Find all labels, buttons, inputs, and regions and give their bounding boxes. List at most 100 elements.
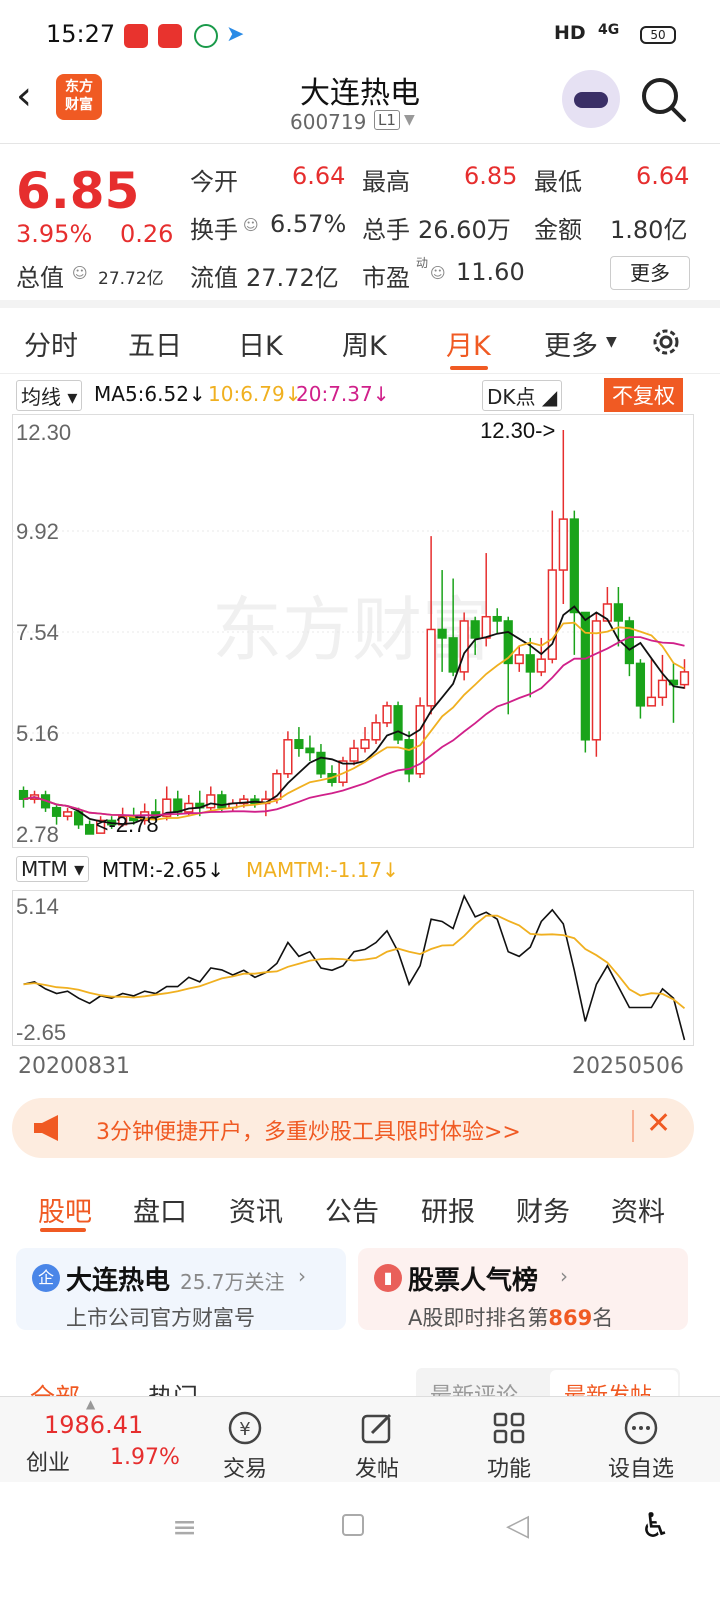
company-account-card[interactable]: 企 大连热电 25.7万关注 › 上市公司官方财富号 xyxy=(16,1248,346,1330)
level-badge: L1 xyxy=(374,110,400,130)
tab-five-day[interactable]: 五日 xyxy=(128,324,182,363)
candle-body xyxy=(51,806,62,817)
tab-more[interactable]: 更多 xyxy=(544,324,598,363)
date-range: 20200831 20250506 xyxy=(0,1052,720,1082)
status-bar: 15:27 ➤ HD 4G 50 xyxy=(0,0,720,62)
info-icon[interactable]: ☺ xyxy=(243,216,259,234)
gear-icon[interactable] xyxy=(648,324,684,360)
tab-intraday[interactable]: 分时 xyxy=(24,324,78,363)
edit-icon xyxy=(361,1413,392,1444)
index-name: 创业 xyxy=(26,1451,71,1476)
candle-body xyxy=(393,705,403,741)
volume-label: 总手 xyxy=(362,216,410,244)
candle-body xyxy=(569,518,579,614)
tab-research[interactable]: 研报 xyxy=(421,1190,475,1229)
float-cap-value: 27.72亿 xyxy=(246,264,339,292)
enterprise-icon: 企 xyxy=(32,1264,60,1292)
close-icon[interactable]: ✕ xyxy=(646,1106,671,1141)
send-icon: ➤ xyxy=(226,22,245,47)
quote-panel: 6.85 3.95% 0.26 今开 6.64 最高 6.85 最低 6.64 … xyxy=(0,144,720,308)
assistant-robot-icon[interactable] xyxy=(562,70,620,128)
float-cap-label: 流值 xyxy=(190,264,238,292)
candle-body xyxy=(591,620,601,741)
ma-selector-label: 均线 xyxy=(21,385,61,409)
candle-body xyxy=(62,811,73,817)
change-amount: 0.26 xyxy=(120,220,174,248)
candle-body xyxy=(371,722,381,741)
mtm-chart[interactable]: 5.14 -2.65 xyxy=(12,890,694,1046)
grid-icon xyxy=(493,1412,525,1444)
mtm-indicator-bar: MTM ▾ MTM:-2.65↓ MAMTM:-1.17↓ xyxy=(0,852,720,888)
tab-weekly-k[interactable]: 周K xyxy=(342,324,387,363)
popularity-rank-card[interactable]: ▮ 股票人气榜 › A股即时排名第869名 xyxy=(358,1248,688,1330)
card-subtitle: 上市公司官方财富号 xyxy=(66,1306,255,1330)
chevron-down-icon[interactable]: ▼ xyxy=(404,112,415,128)
sort-latest-post[interactable]: 最新发帖 xyxy=(564,1378,652,1396)
candle-body xyxy=(679,671,690,686)
back-nav-icon[interactable]: ◁ xyxy=(506,1508,529,1543)
candle-body xyxy=(536,658,546,673)
battery-icon: 50 xyxy=(640,26,676,44)
kline-chart[interactable]: 东方财富 12.309.927.545.162.7812.30-><-2.78 xyxy=(12,414,694,848)
candle-body xyxy=(305,747,315,754)
accessibility-icon[interactable]: ♿ xyxy=(640,1506,670,1546)
mtm-tick-label: 5.14 xyxy=(16,894,59,919)
tab-news[interactable]: 资讯 xyxy=(229,1190,283,1229)
banner-text[interactable]: 3分钟便捷开户，多重炒股工具限时体验>> xyxy=(96,1114,521,1146)
stock-code[interactable]: 600719 xyxy=(290,110,366,134)
info-icon[interactable]: ☺ xyxy=(72,264,88,282)
bar-chart-icon: ▮ xyxy=(374,1264,402,1292)
megaphone-icon xyxy=(34,1115,58,1141)
rank-number: 869 xyxy=(548,1306,593,1330)
tab-daily-k[interactable]: 日K xyxy=(238,324,283,363)
ma-selector[interactable]: 均线 ▾ xyxy=(16,380,83,411)
nav-post[interactable]: 发帖 xyxy=(322,1409,432,1483)
open-label: 今开 xyxy=(190,168,238,196)
candle-body xyxy=(360,739,370,750)
promo-banner[interactable]: 3分钟便捷开户，多重炒股工具限时体验>> ✕ xyxy=(12,1098,694,1158)
news-app-icon xyxy=(158,24,182,48)
mamtm-value: MAMTM:-1.17↓ xyxy=(246,858,399,882)
pe-label: 市盈 xyxy=(362,264,410,292)
rank-suffix: 名 xyxy=(592,1306,614,1330)
total-cap-label: 总值 xyxy=(16,264,64,292)
adjust-badge[interactable]: 不复权 xyxy=(604,378,683,412)
nav-trade[interactable]: ¥ 交易 xyxy=(190,1409,300,1483)
nav-watchlist[interactable]: 设自选 xyxy=(586,1409,696,1483)
filter-all[interactable]: 全部 xyxy=(30,1378,80,1396)
search-icon[interactable] xyxy=(638,74,690,126)
nav-trade-label: 交易 xyxy=(222,1457,267,1482)
tab-announcements[interactable]: 公告 xyxy=(325,1190,379,1229)
start-date: 20200831 xyxy=(18,1054,130,1079)
tab-pankou[interactable]: 盘口 xyxy=(133,1190,187,1229)
ma-indicator-bar: 均线 ▾ MA5:6.52↓ 10:6.79↓ 20:7.37↓ DK点 ◢ 不… xyxy=(0,376,720,412)
filter-hot[interactable]: 热门 xyxy=(148,1378,198,1396)
nav-watchlist-label: 设自选 xyxy=(607,1457,674,1482)
pe-value: 11.60 xyxy=(456,258,525,286)
follower-count: 25.7万关注 xyxy=(180,1270,285,1294)
tab-financials[interactable]: 财务 xyxy=(516,1190,570,1229)
mtm-tick-label: -2.65 xyxy=(16,1020,66,1045)
tab-profile[interactable]: 资料 xyxy=(611,1190,665,1229)
menu-icon[interactable]: ≡ xyxy=(172,1510,197,1545)
sort-latest-comment[interactable]: 最新评论 xyxy=(430,1378,518,1396)
candle-body xyxy=(613,603,623,622)
info-icon[interactable]: ☺ xyxy=(430,264,446,282)
more-button[interactable]: 更多 xyxy=(610,256,690,290)
tab-monthly-k[interactable]: 月K xyxy=(446,324,491,363)
divider xyxy=(632,1110,634,1142)
candle-body xyxy=(426,628,436,707)
signal-icon: 4G xyxy=(598,22,620,38)
y-tick-label: 5.16 xyxy=(16,721,59,746)
dk-selector[interactable]: DK点 ◢ xyxy=(482,380,563,411)
nav-functions[interactable]: 功能 xyxy=(454,1409,564,1483)
index-ticker[interactable]: ▲ 1986.41 创业 1.97% xyxy=(0,1397,190,1483)
turnover-label: 换手 xyxy=(190,216,238,244)
tab-guba[interactable]: 股吧 xyxy=(38,1190,92,1229)
chevron-right-icon: › xyxy=(560,1264,568,1288)
home-icon[interactable] xyxy=(342,1514,364,1536)
indicator-selector[interactable]: MTM ▾ xyxy=(16,856,90,882)
candle-body xyxy=(514,654,524,665)
end-date: 20250506 xyxy=(572,1054,684,1079)
nav-functions-label: 功能 xyxy=(486,1457,531,1482)
